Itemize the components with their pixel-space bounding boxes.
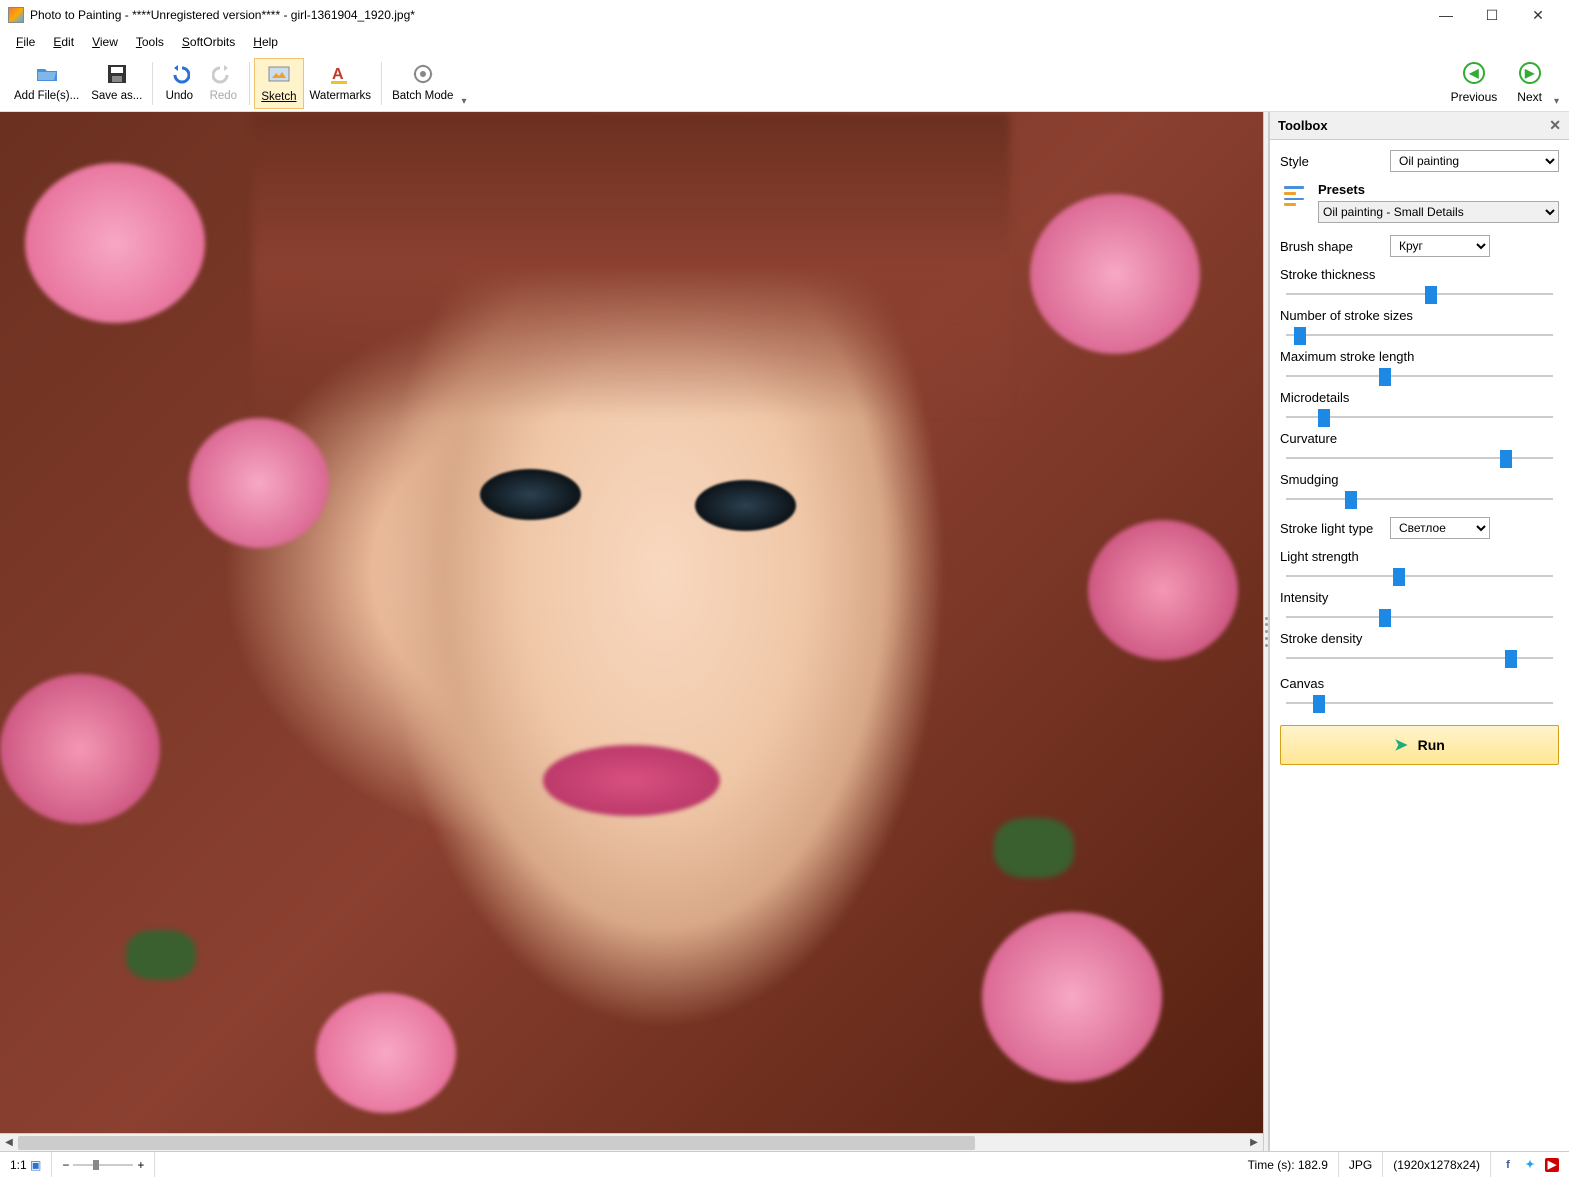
status-time: Time (s): 182.9 <box>1238 1152 1339 1177</box>
sketch-button[interactable]: Sketch <box>254 58 303 109</box>
toolbar: Add File(s)... Save as... Undo Redo Sket… <box>0 54 1569 112</box>
toolbox-close-button[interactable]: ✕ <box>1549 117 1561 134</box>
light-strength-label: Light strength <box>1280 549 1559 564</box>
menu-view[interactable]: View <box>84 32 126 52</box>
status-bar: 1:1 ▣ − + Time (s): 182.9 JPG (1920x1278… <box>0 1151 1569 1177</box>
max-stroke-length-slider[interactable] <box>1286 366 1553 386</box>
watermarks-icon: A <box>328 62 352 86</box>
window-title: Photo to Painting - ****Unregistered ver… <box>30 8 1423 22</box>
folder-open-icon <box>35 62 59 86</box>
smudging-slider[interactable] <box>1286 489 1553 509</box>
close-button[interactable]: ✕ <box>1515 0 1561 30</box>
previous-button[interactable]: ◀ Previous <box>1441 58 1508 108</box>
toolbox-panel: Toolbox ✕ Style Oil painting Presets Oil… <box>1269 112 1569 1151</box>
svg-text:A: A <box>332 66 344 83</box>
redo-icon <box>211 62 235 86</box>
zoom-slider-area[interactable]: − + <box>52 1152 155 1177</box>
maximize-button[interactable]: ☐ <box>1469 0 1515 30</box>
number-stroke-sizes-label: Number of stroke sizes <box>1280 308 1559 323</box>
menu-bar: File Edit View Tools SoftOrbits Help <box>0 30 1569 54</box>
save-icon <box>105 62 129 86</box>
menu-softorbits[interactable]: SoftOrbits <box>174 32 243 52</box>
redo-button[interactable]: Redo <box>201 58 245 107</box>
stroke-thickness-slider[interactable] <box>1286 284 1553 304</box>
scroll-thumb[interactable] <box>18 1136 975 1150</box>
zoom-ratio[interactable]: 1:1 ▣ <box>0 1152 52 1177</box>
presets-select[interactable]: Oil painting - Small Details <box>1318 201 1559 223</box>
sketch-icon <box>267 63 291 87</box>
menu-file[interactable]: File <box>8 32 43 52</box>
nav-overflow[interactable]: ▾ <box>1552 94 1561 109</box>
title-bar: Photo to Painting - ****Unregistered ver… <box>0 0 1569 30</box>
stroke-thickness-label: Stroke thickness <box>1280 267 1559 282</box>
toolbar-overflow[interactable]: ▾ <box>459 94 468 109</box>
stroke-light-type-label: Stroke light type <box>1280 521 1390 536</box>
run-button[interactable]: ➤ Run <box>1280 725 1559 765</box>
watermarks-button[interactable]: A Watermarks <box>304 58 378 109</box>
intensity-label: Intensity <box>1280 590 1559 605</box>
stroke-density-slider[interactable] <box>1286 648 1553 668</box>
next-button[interactable]: ▶ Next <box>1507 58 1552 108</box>
style-select[interactable]: Oil painting <box>1390 150 1559 172</box>
horizontal-scrollbar[interactable]: ◀ ▶ <box>0 1133 1263 1151</box>
stroke-light-type-select[interactable]: Светлое <box>1390 517 1490 539</box>
curvature-slider[interactable] <box>1286 448 1553 468</box>
presets-label: Presets <box>1318 182 1559 197</box>
microdetails-label: Microdetails <box>1280 390 1559 405</box>
minimize-button[interactable]: — <box>1423 0 1469 30</box>
youtube-icon[interactable]: ▶ <box>1545 1158 1559 1172</box>
toolbox-title: Toolbox <box>1278 118 1328 133</box>
intensity-slider[interactable] <box>1286 607 1553 627</box>
zoom-slider[interactable] <box>73 1158 133 1172</box>
twitter-icon[interactable]: ✦ <box>1523 1158 1537 1172</box>
canvas-slider[interactable] <box>1286 693 1553 713</box>
save-as-button[interactable]: Save as... <box>85 58 148 107</box>
light-strength-slider[interactable] <box>1286 566 1553 586</box>
menu-help[interactable]: Help <box>245 32 286 52</box>
style-label: Style <box>1280 154 1390 169</box>
menu-edit[interactable]: Edit <box>45 32 82 52</box>
undo-button[interactable]: Undo <box>157 58 201 107</box>
status-dimensions: (1920x1278x24) <box>1383 1152 1491 1177</box>
run-icon: ➤ <box>1394 735 1407 755</box>
microdetails-slider[interactable] <box>1286 407 1553 427</box>
presets-icon <box>1280 182 1308 210</box>
number-stroke-sizes-slider[interactable] <box>1286 325 1553 345</box>
app-icon <box>8 7 24 23</box>
zoom-in-icon[interactable]: + <box>137 1158 144 1172</box>
facebook-icon[interactable]: f <box>1501 1158 1515 1172</box>
undo-icon <box>167 62 191 86</box>
curvature-label: Curvature <box>1280 431 1559 446</box>
canvas-area[interactable]: ◀ ▶ <box>0 112 1263 1151</box>
scroll-right-arrow[interactable]: ▶ <box>1245 1134 1263 1152</box>
brush-shape-label: Brush shape <box>1280 239 1390 254</box>
next-icon: ▶ <box>1519 62 1541 84</box>
brush-shape-select[interactable]: Круг <box>1390 235 1490 257</box>
status-format: JPG <box>1339 1152 1383 1177</box>
batch-mode-icon <box>411 62 435 86</box>
scroll-left-arrow[interactable]: ◀ <box>0 1134 18 1152</box>
image-preview <box>0 112 1263 1133</box>
add-files-button[interactable]: Add File(s)... <box>8 58 85 107</box>
toolbox-header: Toolbox ✕ <box>1270 112 1569 140</box>
max-stroke-length-label: Maximum stroke length <box>1280 349 1559 364</box>
menu-tools[interactable]: Tools <box>128 32 172 52</box>
batch-mode-button[interactable]: Batch Mode <box>386 58 459 107</box>
previous-icon: ◀ <box>1463 62 1485 84</box>
canvas-label: Canvas <box>1280 676 1559 691</box>
stroke-density-label: Stroke density <box>1280 631 1559 646</box>
smudging-label: Smudging <box>1280 472 1559 487</box>
zoom-out-icon[interactable]: − <box>62 1158 69 1172</box>
